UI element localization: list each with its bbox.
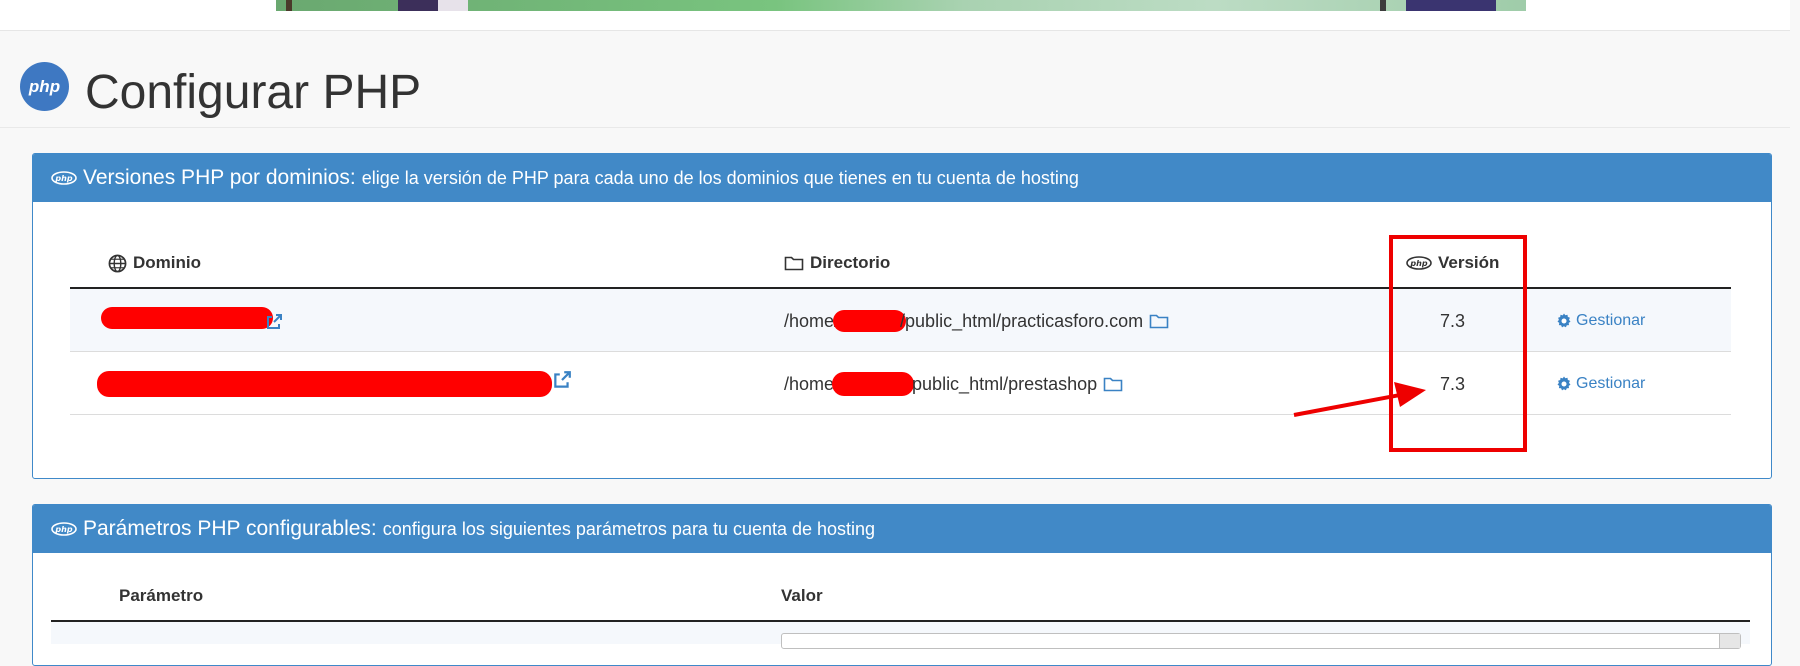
redacted-domain [101, 307, 273, 329]
directory-cell: /home/ /public_html/practicasforo.com [784, 303, 1169, 339]
gear-icon [1556, 376, 1572, 392]
php-icon: php [51, 171, 77, 185]
top-banner-card [0, 0, 1790, 31]
redacted-username [833, 310, 907, 332]
php-versions-panel-header: php Versiones PHP por dominios: elige la… [33, 154, 1771, 202]
annotation-arrow-icon [1293, 382, 1426, 417]
domain-cell[interactable] [101, 300, 283, 336]
directory-prefix: /home/ [784, 310, 840, 331]
directory-suffix: public_html/prestashop [912, 373, 1098, 394]
php-logo-icon: php [20, 62, 69, 111]
svg-text:php: php [54, 525, 72, 534]
directory-prefix: /home [784, 373, 835, 394]
column-header-domain-label: Dominio [133, 253, 201, 272]
redacted-domain [97, 371, 552, 397]
gear-icon [1556, 313, 1572, 329]
folder-icon [784, 255, 804, 271]
svg-text:php: php [54, 174, 72, 183]
column-header-directory-label: Directorio [810, 253, 891, 272]
globe-icon [108, 254, 127, 273]
php-parameters-panel-header: php Parámetros PHP configurables: config… [33, 505, 1771, 553]
page-title: Configurar PHP [85, 66, 422, 119]
folder-icon[interactable] [1103, 376, 1123, 392]
php-icon: php [51, 522, 77, 536]
php-logo-text: php [28, 76, 61, 96]
external-link-icon[interactable] [265, 313, 283, 331]
php-parameters-panel-title: Parámetros PHP configurables: [83, 517, 377, 540]
manage-button-label: Gestionar [1576, 375, 1646, 392]
folder-icon[interactable] [1149, 313, 1169, 329]
promo-banner-image[interactable] [276, 0, 1526, 11]
column-header-value[interactable]: Valor [781, 586, 823, 606]
manage-button-label: Gestionar [1576, 312, 1646, 329]
column-header-parameter[interactable]: Parámetro [119, 586, 203, 606]
domain-cell[interactable] [97, 366, 572, 402]
select-scroll-button[interactable] [1719, 634, 1740, 648]
redacted-username [832, 372, 915, 396]
php-versions-panel-title: Versiones PHP por dominios: [83, 166, 356, 189]
directory-suffix: /public_html/practicasforo.com [900, 310, 1144, 331]
manage-button[interactable]: Gestionar [1556, 366, 1645, 402]
php-versions-panel-subtitle: elige la versión de PHP para cada uno de… [361, 167, 1079, 188]
directory-cell: /home public_html/prestashop [784, 366, 1123, 402]
parameter-value-select[interactable] [781, 633, 1741, 649]
page-header: php Configurar PHP [0, 58, 1790, 128]
column-header-domain[interactable]: Dominio [108, 253, 201, 273]
column-header-directory[interactable]: Directorio [784, 253, 890, 273]
php-parameters-panel-subtitle: configura los siguientes parámetros para… [382, 518, 876, 539]
manage-button[interactable]: Gestionar [1556, 303, 1645, 339]
external-link-icon[interactable] [552, 370, 572, 390]
